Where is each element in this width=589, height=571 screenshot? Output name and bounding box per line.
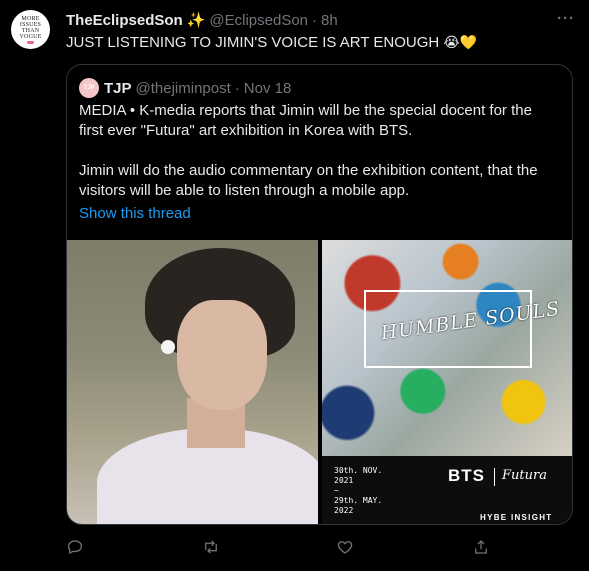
logo-divider xyxy=(494,468,495,486)
tweet-text: JUST LISTENING TO JIMIN'S VOICE IS ART E… xyxy=(66,34,477,51)
quoted-media: HUMBLE SOULS 30th. NOV. 2021 ~ 29th. MAY… xyxy=(67,240,572,524)
bts-logo: BTS xyxy=(448,466,485,485)
separator-dot: · xyxy=(312,11,318,29)
hybe-insight-logo: HYBE INSIGHT xyxy=(480,513,553,522)
retweet-button[interactable] xyxy=(202,538,222,558)
share-button[interactable] xyxy=(472,538,492,558)
photo-face xyxy=(177,300,267,410)
separator-dot: · xyxy=(234,79,240,97)
heart-icon xyxy=(337,541,353,554)
date-line: ~ xyxy=(334,486,339,495)
quoted-author-name: TJP xyxy=(104,79,132,97)
like-button[interactable] xyxy=(336,538,356,558)
author-avatar[interactable]: MORE ISSUES THAN VOGUE xyxy=(11,10,50,49)
quoted-author-handle: @thejiminpost xyxy=(135,79,231,97)
earbud-icon xyxy=(161,340,175,354)
tweet-header: TheEclipsedSon ✨ @EclipsedSon · 8h xyxy=(66,10,338,30)
author-handle[interactable]: @EclipsedSon xyxy=(209,12,308,29)
show-thread-link[interactable]: Show this thread xyxy=(79,205,191,222)
exhibition-poster[interactable]: HUMBLE SOULS 30th. NOV. 2021 ~ 29th. MAY… xyxy=(322,240,572,524)
exhibition-dates: 30th. NOV. 2021 ~ 29th. MAY. 2022 xyxy=(334,466,382,516)
photo-jimin[interactable] xyxy=(67,240,318,524)
futura-signature: Futura xyxy=(502,468,547,483)
quoted-tweet-text: MEDIA • K-media reports that Jimin will … xyxy=(79,101,559,201)
quoted-paragraph-2: Jimin will do the audio commentary on th… xyxy=(79,162,538,199)
share-icon xyxy=(475,540,487,554)
quoted-tweet-header: TJP TJP @thejiminpost · Nov 18 xyxy=(79,78,291,98)
avatar-mark xyxy=(27,40,34,44)
date-line: 2021 xyxy=(334,476,354,485)
date-line: 29th. MAY. xyxy=(334,496,383,505)
reply-icon xyxy=(67,540,83,555)
avatar-text-line: VOGUE xyxy=(19,33,42,40)
quoted-author-avatar: TJP xyxy=(79,78,99,98)
tweet-text-body: JUST LISTENING TO JIMIN'S VOICE IS ART E… xyxy=(66,34,440,51)
tweet: MORE ISSUES THAN VOGUE TheEclipsedSon ✨ … xyxy=(0,0,589,571)
date-line: 30th. NOV. xyxy=(334,466,383,475)
retweet-icon xyxy=(205,540,217,554)
more-options-icon[interactable]: ··· xyxy=(557,10,575,27)
quoted-paragraph-1: MEDIA • K-media reports that Jimin will … xyxy=(79,102,532,139)
date-line: 2022 xyxy=(334,506,354,515)
quoted-tweet[interactable]: TJP TJP @thejiminpost · Nov 18 MEDIA • K… xyxy=(66,64,573,525)
reply-button[interactable] xyxy=(66,538,86,558)
author-display-name[interactable]: TheEclipsedSon xyxy=(66,12,183,29)
tweet-actions xyxy=(66,538,496,558)
sparkles-emoji: ✨ xyxy=(186,12,206,29)
tweet-timestamp[interactable]: 8h xyxy=(321,12,338,29)
tweet-text-emoji: 😭💛 xyxy=(443,34,478,50)
quoted-tweet-date: Nov 18 xyxy=(243,79,292,97)
